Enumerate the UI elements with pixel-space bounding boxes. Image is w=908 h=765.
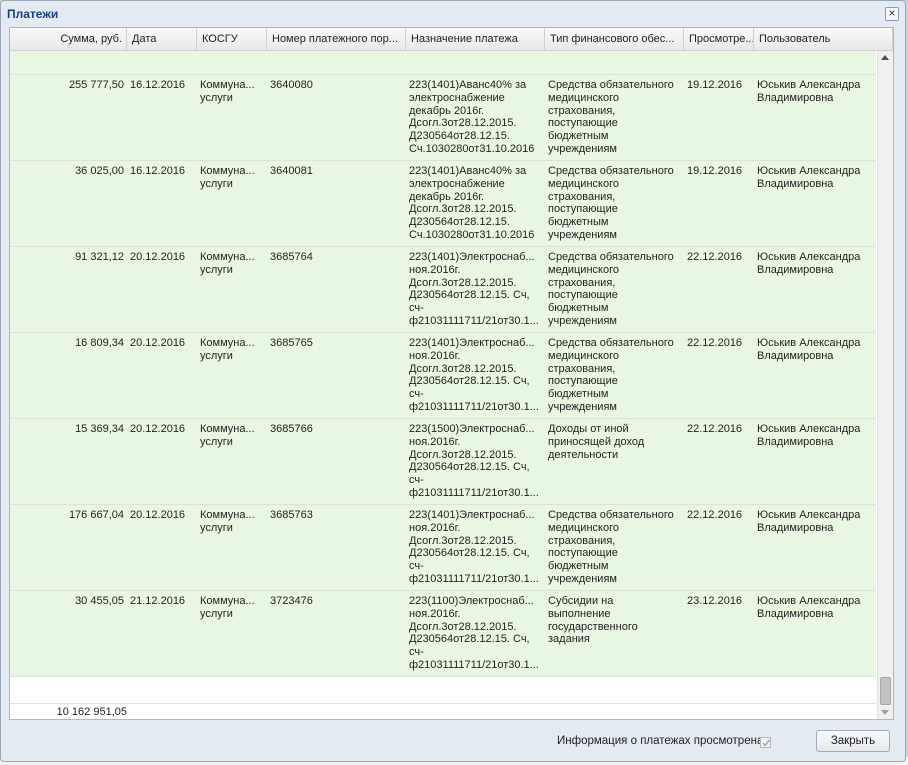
cell-finance-type: Средства обязательного медицинского стра… [548, 251, 674, 327]
cell-kosgu: Коммуна... услуги [200, 165, 255, 190]
cell-kosgu: Коммуна... услуги [200, 251, 255, 276]
cell-date: 16.12.2016 [130, 79, 186, 91]
cell-number: 3685764 [270, 251, 313, 263]
payments-grid: Сумма, руб. Дата КОСГУ Номер платежного … [9, 27, 894, 720]
cell-date: 20.12.2016 [130, 423, 186, 435]
grid-rows: декабрь 2016г. Дсогл.3от28.12.2015. Д230… [10, 51, 876, 677]
cell-purpose: 223(1401)Электроснаб... ноя.2016г. Дсогл… [409, 251, 539, 327]
cell-user: Юськив Александра Владимировна [757, 165, 861, 190]
cell-purpose: 223(1401)Электроснаб... ноя.2016г. Дсогл… [409, 337, 539, 413]
cell-kosgu: Коммуна... услуги [200, 595, 255, 620]
table-row[interactable]: 30 455,05 21.12.2016 Коммуна... услуги 3723… [10, 591, 876, 677]
cell-viewed: 22.12.2016 [687, 509, 743, 521]
column-header-number[interactable]: Номер платежного пор... [267, 28, 406, 50]
total-sum: 10 162 951,05 [56, 706, 127, 718]
cell-sum: 15 369,34 [75, 423, 124, 435]
cell-finance-type: Средства обязательного медицинского стра… [548, 79, 674, 155]
column-header-date[interactable]: Дата [127, 28, 197, 50]
close-icon[interactable]: × [885, 7, 899, 21]
cell-viewed: 22.12.2016 [687, 423, 743, 435]
cell-sum: 91 321,12 [75, 251, 124, 263]
cell-user: Юськив Александра Владимировна [757, 337, 861, 362]
cell-number: 3685765 [270, 337, 313, 349]
cell-user: Юськив Александра Владимировна [757, 79, 861, 104]
cell-user: Юськив Александра Владимировна [757, 251, 861, 276]
close-button[interactable]: Закрыть [816, 730, 890, 752]
cell-purpose: 223(1401)Аванс40% за электроснабжение де… [409, 165, 535, 241]
cell-sum: 176 667,04 [68, 509, 124, 521]
cell-date: 16.12.2016 [130, 165, 186, 177]
cell-date: 20.12.2016 [130, 337, 186, 349]
cell-purpose: 223(1100)Электроснаб... ноя.2016г. Дсогл… [409, 595, 539, 671]
column-header-viewed[interactable]: Просмотре... [684, 28, 754, 50]
cell-purpose: 223(1401)Электроснаб... ноя.2016г. Дсогл… [409, 509, 539, 585]
dialog-title: Платежи [7, 7, 59, 21]
cell-finance-type: Средства обязательного медицинского стра… [548, 165, 674, 241]
summary-row: 10 162 951,05 [10, 703, 876, 719]
cell-sum: 30 455,05 [75, 595, 124, 607]
cell-number: 3640080 [270, 79, 313, 91]
cell-finance-type: Средства обязательного медицинского стра… [548, 337, 674, 413]
cell-kosgu: Коммуна... услуги [200, 337, 255, 362]
scroll-thumb[interactable] [880, 677, 891, 705]
cell-finance-type: Доходы от иной приносящей доход деятельн… [548, 423, 645, 461]
table-row[interactable]: 91 321,12 20.12.2016 Коммуна... услуги 3685… [10, 247, 876, 333]
cell-number: 3685763 [270, 509, 313, 521]
check-icon [762, 739, 771, 747]
cell-kosgu: Коммуна... услуги [200, 423, 255, 448]
cell-purpose: 223(1401)Аванс40% за электроснабжение де… [409, 79, 535, 155]
cell-number: 3640081 [270, 165, 313, 177]
cell-user: Юськив Александра Владимировна [757, 509, 861, 534]
viewed-checkbox[interactable] [760, 737, 771, 748]
cell-sum: 255 777,50 [68, 79, 124, 91]
payments-dialog: Платежи × Сумма, руб. Дата КОСГУ Номер п… [0, 0, 906, 762]
viewed-label: Информация о платежах просмотрена [557, 735, 764, 747]
table-row[interactable]: декабрь 2016г. Дсогл.3от28.12.2015. Д230… [10, 51, 876, 75]
column-header-sum[interactable]: Сумма, руб. [10, 28, 127, 50]
cell-viewed: 22.12.2016 [687, 337, 743, 349]
cell-purpose: 223(1500)Электроснаб... ноя.2016г. Дсогл… [409, 423, 539, 499]
table-row[interactable]: 16 809,34 20.12.2016 Коммуна... услуги 3685… [10, 333, 876, 419]
cell-kosgu: Коммуна... услуги [200, 79, 255, 104]
cell-viewed: 19.12.2016 [687, 165, 743, 177]
table-row[interactable]: 255 777,50 16.12.2016 Коммуна... услуги 364… [10, 75, 876, 161]
scroll-down-icon[interactable] [881, 710, 889, 715]
cell-viewed: 19.12.2016 [687, 79, 743, 91]
cell-sum: 16 809,34 [75, 337, 124, 349]
cell-kosgu: Коммуна... услуги [200, 509, 255, 534]
cell-number: 3685766 [270, 423, 313, 435]
table-row[interactable]: 36 025,00 16.12.2016 Коммуна... услуги 3640… [10, 161, 876, 247]
cell-finance-type: Субсидии на выполнение государственного … [548, 595, 638, 646]
cell-date: 20.12.2016 [130, 251, 186, 263]
cell-date: 21.12.2016 [130, 595, 186, 607]
cell-finance-type: Средства обязательного медицинского стра… [548, 509, 674, 585]
grid-body: декабрь 2016г. Дсогл.3от28.12.2015. Д230… [10, 51, 876, 703]
cell-date: 20.12.2016 [130, 509, 186, 521]
table-row[interactable]: 15 369,34 20.12.2016 Коммуна... услуги 3685… [10, 419, 876, 505]
column-header-finance-type[interactable]: Тип финансового обес... [545, 28, 684, 50]
cell-user: Юськив Александра Владимировна [757, 595, 861, 620]
cell-number: 3723476 [270, 595, 313, 607]
cell-sum: 36 025,00 [75, 165, 124, 177]
grid-header: Сумма, руб. Дата КОСГУ Номер платежного … [10, 28, 893, 51]
column-header-kosgu[interactable]: КОСГУ [197, 28, 267, 50]
table-row[interactable]: 176 667,04 20.12.2016 Коммуна... услуги 368… [10, 505, 876, 591]
scroll-up-icon[interactable] [881, 55, 889, 60]
cell-user: Юськив Александра Владимировна [757, 423, 861, 448]
vertical-scrollbar[interactable] [877, 51, 893, 719]
cell-viewed: 23.12.2016 [687, 595, 743, 607]
column-header-user[interactable]: Пользователь [754, 28, 893, 50]
cell-viewed: 22.12.2016 [687, 251, 743, 263]
column-header-purpose[interactable]: Назначение платежа [406, 28, 545, 50]
